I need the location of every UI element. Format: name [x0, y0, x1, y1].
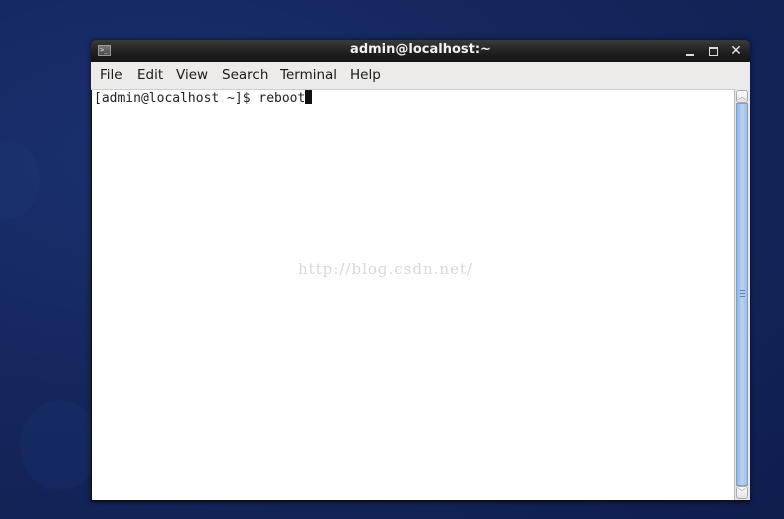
menu-view[interactable]: View	[176, 67, 208, 83]
menu-terminal[interactable]: Terminal	[280, 67, 337, 83]
close-icon: ✕	[730, 43, 742, 59]
menu-help[interactable]: Help	[350, 67, 381, 83]
terminal-window: >_ admin@localhost:~ ✕ File Edit View Se…	[91, 40, 750, 502]
chevron-up-icon: ︿	[738, 92, 746, 101]
title-bar[interactable]: >_ admin@localhost:~ ✕	[91, 40, 750, 62]
window-title: admin@localhost:~	[350, 42, 491, 57]
maximize-button[interactable]	[705, 43, 721, 59]
menu-file[interactable]: File	[100, 67, 123, 83]
menu-bar: File Edit View Search Terminal Help	[91, 62, 750, 90]
vertical-scrollbar[interactable]: ︿ ﹀	[734, 89, 750, 500]
close-button[interactable]: ✕	[728, 43, 744, 59]
scroll-thumb[interactable]	[736, 103, 748, 486]
command-text: reboot	[258, 91, 306, 106]
scroll-down-button[interactable]: ﹀	[736, 486, 748, 499]
terminal-output[interactable]: [admin@localhost ~]$ reboot http://blog.…	[92, 90, 734, 500]
text-cursor	[305, 90, 313, 104]
desktop-decoration	[20, 400, 100, 490]
menu-edit[interactable]: Edit	[137, 67, 163, 83]
shell-prompt: [admin@localhost ~]$	[94, 91, 259, 106]
chevron-down-icon: ﹀	[738, 488, 746, 497]
desktop-decoration	[0, 140, 40, 220]
minimize-button[interactable]	[682, 43, 698, 59]
command-line: [admin@localhost ~]$ reboot	[94, 90, 313, 107]
grip-icon	[740, 290, 745, 297]
scroll-up-button[interactable]: ︿	[736, 90, 748, 103]
menu-search[interactable]: Search	[222, 67, 268, 83]
maximize-icon	[708, 47, 718, 56]
watermark: http://blog.csdn.net/	[298, 260, 474, 278]
minimize-icon	[686, 54, 694, 56]
